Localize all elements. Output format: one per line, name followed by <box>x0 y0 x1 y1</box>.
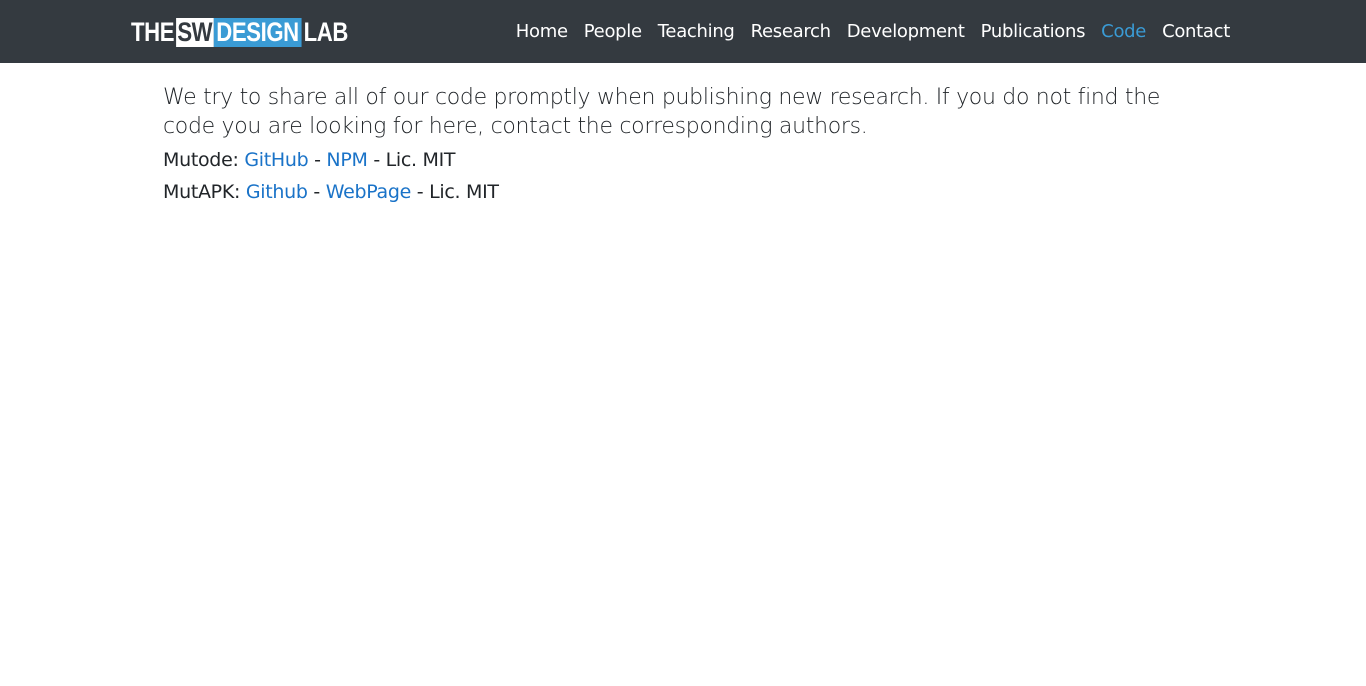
nav-link-teaching[interactable]: Teaching <box>650 21 743 42</box>
github-link[interactable]: GitHub <box>244 149 308 171</box>
nav-link-contact[interactable]: Contact <box>1154 21 1238 42</box>
project-name: MutAPK: <box>163 181 241 203</box>
project-name: Mutode: <box>163 149 239 171</box>
logo-the: THE <box>131 17 175 47</box>
github-link[interactable]: Github <box>246 181 308 203</box>
nav-link-home[interactable]: Home <box>508 21 576 42</box>
logo-sw: SW <box>175 17 214 47</box>
logo-lab: LAB <box>303 17 349 47</box>
nav-link-people[interactable]: People <box>576 21 650 42</box>
nav-link-code[interactable]: Code <box>1093 21 1154 42</box>
license-text: - Lic. MIT <box>373 149 456 171</box>
top-navbar: THE SW DESIGN LAB Home People Teaching R… <box>0 0 1366 63</box>
intro-paragraph: We try to share all of our code promptly… <box>163 85 1161 139</box>
logo-design: DESIGN <box>213 18 302 47</box>
main-nav: Home People Teaching Research Developmen… <box>494 0 1238 63</box>
npm-link[interactable]: NPM <box>326 149 367 171</box>
nav-link-publications[interactable]: Publications <box>973 21 1094 42</box>
nav-link-development[interactable]: Development <box>839 21 973 42</box>
separator: - <box>314 149 321 171</box>
main-content: We try to share all of our code promptly… <box>163 83 1203 208</box>
webpage-link[interactable]: WebPage <box>326 181 412 203</box>
license-text: - Lic. MIT <box>416 181 499 203</box>
project-mutapk: MutAPK: Github - WebPage - Lic. MIT <box>163 176 1203 208</box>
nav-link-research[interactable]: Research <box>743 21 839 42</box>
separator: - <box>313 181 320 203</box>
site-logo[interactable]: THE SW DESIGN LAB <box>131 18 348 47</box>
project-mutode: Mutode: GitHub - NPM - Lic. MIT <box>163 144 1203 176</box>
